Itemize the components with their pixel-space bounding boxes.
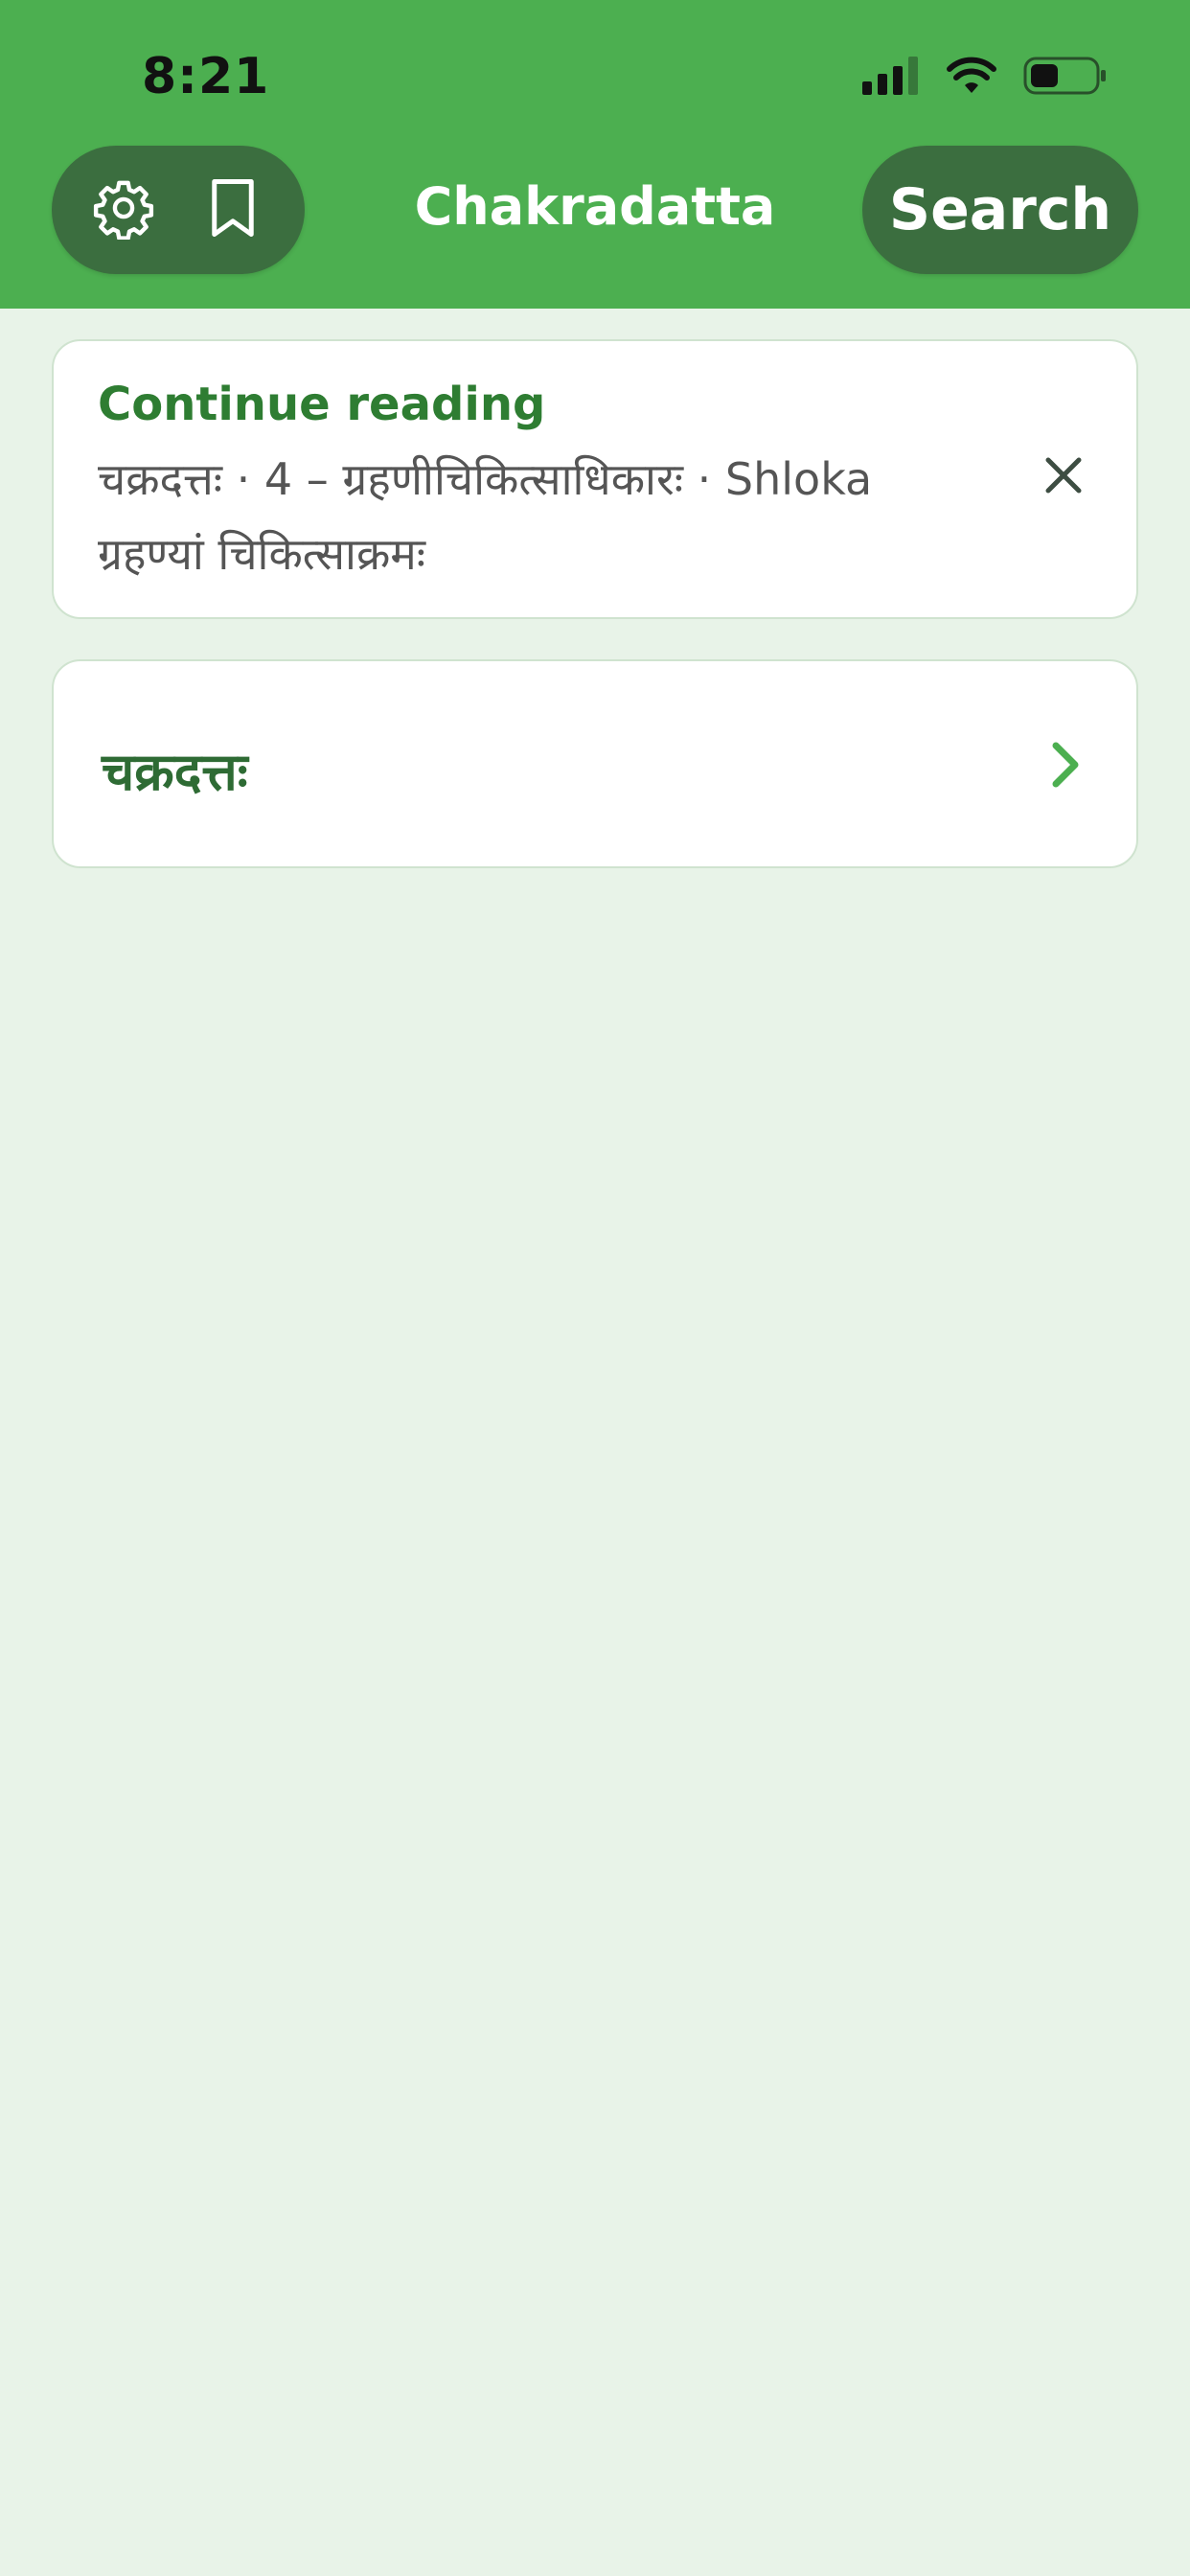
continue-reading-location: चक्रदत्तः · 4 – ग्रहणीचिकित्साधिकारः · S… <box>98 453 873 505</box>
battery-icon <box>1023 56 1110 96</box>
dismiss-continue-reading-button[interactable] <box>1027 441 1100 514</box>
continue-reading-subtitle: ग्रहण्यां चिकित्साक्रमः <box>98 528 426 580</box>
status-icons <box>862 56 1110 96</box>
cellular-signal-icon <box>862 57 920 95</box>
book-title: चक्रदत्तः <box>102 742 248 802</box>
close-icon <box>1043 455 1084 499</box>
continue-reading-title: Continue reading <box>98 378 546 431</box>
app-header: 8:21 Chakradatta Search <box>0 0 1190 309</box>
status-time: 8:21 <box>142 48 270 105</box>
wifi-icon <box>947 57 996 95</box>
search-button[interactable]: Search <box>862 146 1138 274</box>
chevron-right-icon <box>1046 736 1085 794</box>
book-list-item[interactable]: चक्रदत्तः <box>52 659 1138 868</box>
continue-reading-card[interactable]: Continue reading चक्रदत्तः · 4 – ग्रहणीच… <box>52 339 1138 619</box>
